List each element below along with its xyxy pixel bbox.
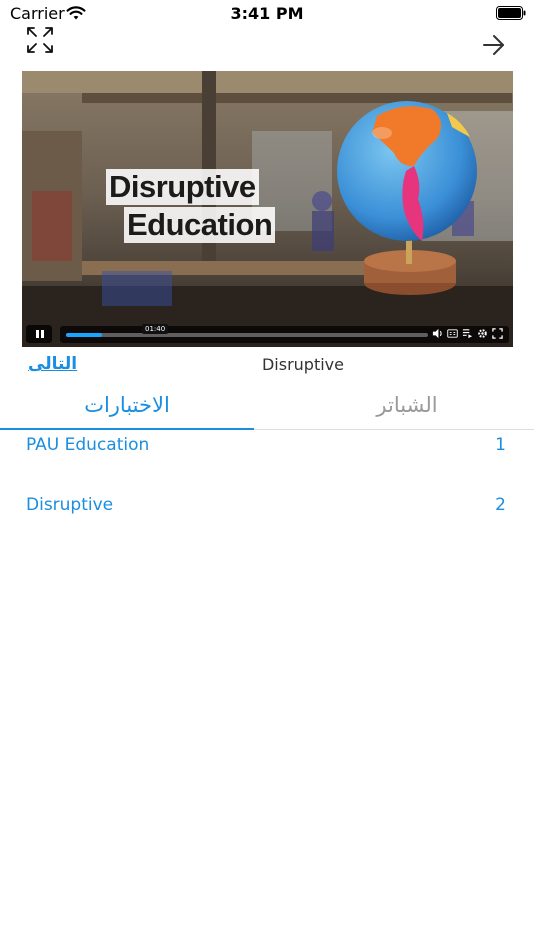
list-item-number: 2 [495, 495, 506, 515]
arrow-right-icon[interactable] [482, 34, 506, 56]
captions-icon[interactable] [447, 328, 458, 339]
pause-button[interactable] [26, 325, 52, 343]
video-player[interactable]: Disruptive Education 01:40 [22, 71, 513, 347]
seek-bar-progress [66, 333, 103, 337]
tab-bar: الاختبارات الشباتر [0, 388, 534, 430]
seek-bar[interactable]: 01:40 [66, 324, 428, 337]
clock: 3:41 PM [230, 4, 304, 23]
video-title-line2: Education [124, 207, 276, 243]
current-time-tooltip: 01:40 [142, 324, 169, 334]
tab-chapters[interactable]: الشباتر [280, 388, 534, 430]
expand-arrows-icon[interactable] [26, 26, 54, 54]
current-video-name: Disruptive [261, 355, 344, 374]
tab-tests[interactable]: الاختبارات [0, 388, 254, 430]
fullscreen-icon[interactable] [492, 328, 503, 339]
list-item[interactable]: PAU Education 1 [0, 429, 534, 469]
battery-icon [496, 6, 526, 20]
list-item-number: 1 [495, 435, 506, 455]
video-title-overlay: Disruptive Education [106, 169, 276, 245]
list-item[interactable]: Disruptive 2 [0, 489, 534, 529]
next-link[interactable]: التالى [28, 354, 77, 374]
list-item-title: PAU Education [26, 435, 150, 455]
video-controls: 01:40 [22, 323, 513, 347]
list-item-title: Disruptive [26, 495, 114, 515]
video-title-line1: Disruptive [106, 169, 259, 205]
status-bar: Carrier 3:41 PM [0, 0, 534, 28]
volume-icon[interactable] [432, 328, 443, 339]
playlist-icon[interactable] [462, 328, 473, 339]
settings-icon[interactable] [477, 328, 488, 339]
control-icons [432, 328, 503, 340]
